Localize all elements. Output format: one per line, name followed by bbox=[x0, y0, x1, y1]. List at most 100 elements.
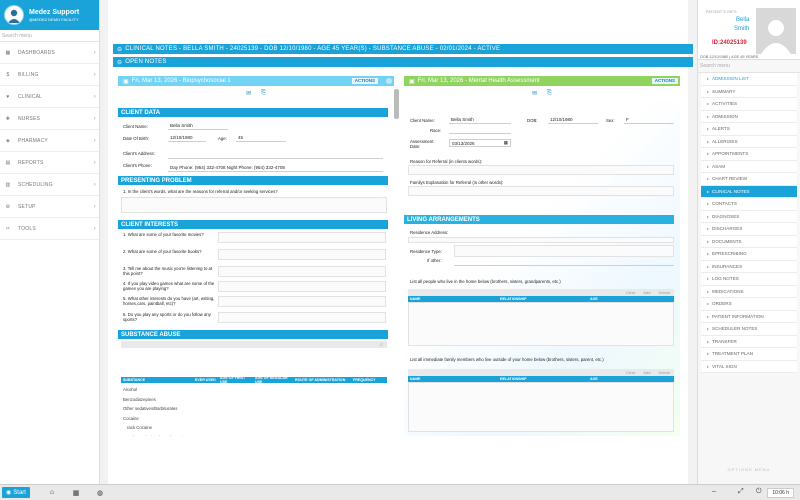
menu-item-chart-review[interactable]: ▸ CHART REVIEW bbox=[701, 173, 797, 186]
referral-field[interactable] bbox=[408, 165, 674, 175]
interest-a1[interactable] bbox=[218, 232, 386, 243]
interest-a6[interactable] bbox=[218, 312, 386, 323]
email-icon[interactable]: ✉ bbox=[246, 90, 251, 97]
substance-column-header[interactable]: AGE OF REGULAR USE bbox=[253, 376, 293, 384]
menu-item-summary[interactable]: ▸ SUMMARY bbox=[701, 85, 797, 98]
apps-grid-icon[interactable]: ▦ bbox=[70, 489, 82, 497]
dob-field[interactable]: 12/10/1980 bbox=[548, 116, 598, 124]
grid-column-header[interactable]: AGE bbox=[588, 297, 674, 301]
grid-delete-button[interactable]: Delete bbox=[658, 290, 670, 295]
family-explanation-field[interactable] bbox=[408, 186, 674, 196]
sex-field[interactable]: F bbox=[624, 116, 674, 124]
note-header[interactable]: ▣ Fri, Mar 13, 2026 - Biopsychosocial 1 … bbox=[118, 76, 394, 86]
client-name-field[interactable]: Bella Smith bbox=[168, 122, 228, 130]
nav-item-nurses[interactable]: ✚ NURSES › bbox=[0, 108, 99, 130]
note-header[interactable]: ▣ Fri, Mar 13, 2026 - Mental Health Asse… bbox=[404, 76, 680, 86]
menu-item-eprescribing[interactable]: ▸ EPRESCRIBING bbox=[701, 248, 797, 261]
grid-add-button[interactable]: Add bbox=[643, 290, 650, 295]
start-button[interactable]: ◉ Start bbox=[2, 487, 30, 498]
actions-button[interactable]: ACTIONS bbox=[351, 78, 378, 84]
household-grid-body[interactable] bbox=[408, 302, 674, 346]
minimize-icon[interactable]: – bbox=[712, 488, 716, 495]
menu-item-asam[interactable]: ▸ ASAM bbox=[701, 160, 797, 173]
menu-item-orders[interactable]: ▸ ORDERS bbox=[701, 298, 797, 311]
menu-item-medications[interactable]: ▸ MEDICATIONS bbox=[701, 285, 797, 298]
calendar-icon[interactable]: ▦ bbox=[504, 140, 508, 146]
dob-field[interactable]: 12/10/1980 bbox=[168, 134, 206, 142]
nav-item-clinical[interactable]: ♥ CLINICAL › bbox=[0, 86, 99, 108]
if-other-field[interactable] bbox=[454, 258, 674, 266]
menu-item-allergies[interactable]: ▸ ALLERGIES bbox=[701, 135, 797, 148]
menu-item-scheduler-notes[interactable]: ▸ SCHEDULER NOTES bbox=[701, 323, 797, 336]
age-field[interactable]: 45 bbox=[236, 134, 286, 142]
user-icon[interactable]: ◍ bbox=[94, 489, 106, 497]
phone-field[interactable]: Day Phone: (954) 332-4708 Night Phone: (… bbox=[168, 164, 383, 172]
actions-button[interactable]: ACTIONS bbox=[651, 78, 678, 84]
assessment-date-field[interactable]: 03/13/2026 ▦ bbox=[449, 139, 511, 147]
menu-item-alerts[interactable]: ▸ ALERTS bbox=[701, 123, 797, 136]
substance-column-header[interactable]: SUBSTANCE bbox=[121, 378, 193, 382]
menu-item-activities[interactable]: ▸ ACTIVITIES bbox=[701, 98, 797, 111]
nav-item-reports[interactable]: ▤ REPORTS › bbox=[0, 152, 99, 174]
interest-a4[interactable] bbox=[218, 281, 386, 292]
menu-item-contacts[interactable]: ▸ CONTACTS bbox=[701, 198, 797, 211]
menu-item-documents[interactable]: ▸ DOCUMENTS bbox=[701, 235, 797, 248]
residence-type-select[interactable] bbox=[454, 245, 674, 257]
substance-column-header[interactable]: EVER USED bbox=[193, 378, 218, 382]
substance-column-header[interactable]: ROUTE OF ADMINISTRATION bbox=[293, 378, 351, 382]
grid-clear-button[interactable]: Clear bbox=[626, 290, 636, 295]
save-icon[interactable]: ⎘ bbox=[547, 90, 552, 97]
menu-item-insurances[interactable]: ▸ INSURANCES bbox=[701, 260, 797, 273]
residence-address-field[interactable] bbox=[408, 237, 674, 243]
email-icon[interactable]: ✉ bbox=[532, 90, 537, 97]
menu-item-discharges[interactable]: ▸ DISCHARGES bbox=[701, 223, 797, 236]
grid-add-button[interactable]: Add bbox=[643, 370, 650, 375]
menu-item-clinical-notes[interactable]: ▸ CLINICAL NOTES bbox=[701, 185, 797, 198]
nav-item-setup[interactable]: ⚙ SETUP › bbox=[0, 196, 99, 218]
menu-item-admission[interactable]: ▸ ADMISSION bbox=[701, 110, 797, 123]
right-search-input[interactable]: Search menu bbox=[698, 60, 800, 73]
interest-a3[interactable] bbox=[218, 266, 386, 277]
save-icon[interactable]: ⎘ bbox=[261, 90, 266, 97]
substance-column-header[interactable]: FREQUENCY bbox=[351, 378, 381, 382]
grid-refresh-icon[interactable]: C bbox=[380, 342, 383, 347]
presenting-answer[interactable] bbox=[121, 197, 387, 213]
options-menu-label[interactable]: OPTIONS MENU bbox=[698, 467, 800, 472]
grid-delete-button[interactable]: Delete bbox=[658, 370, 670, 375]
menu-item-log-notes[interactable]: ▸ LOG NOTES bbox=[701, 273, 797, 286]
menu-item-appointments[interactable]: ▸ APPOINTMENTS bbox=[701, 148, 797, 161]
open-notes-bar[interactable]: ⊖ OPEN NOTES bbox=[113, 57, 693, 67]
user-header[interactable]: Medez Support @MEDEZ DEMO FACILITY bbox=[0, 0, 99, 30]
address-field[interactable] bbox=[168, 151, 383, 159]
left-search-input[interactable]: Search menu bbox=[0, 30, 99, 42]
patient-photo[interactable] bbox=[756, 8, 796, 54]
interest-a2[interactable] bbox=[218, 249, 386, 260]
nav-item-dashboards[interactable]: ▦ DASHBOARDS › bbox=[0, 42, 99, 64]
power-icon[interactable]: ⏻ bbox=[756, 488, 762, 496]
grid-column-header[interactable]: AGE bbox=[588, 377, 674, 381]
menu-item-vital-sign[interactable]: ▸ VITAL SIGN bbox=[701, 360, 797, 373]
menu-item-transfer[interactable]: ▸ TRANSFER bbox=[701, 335, 797, 348]
substance-column-header[interactable]: AGE OF FIRST USE bbox=[218, 376, 253, 384]
menu-item-diagnoses[interactable]: ▸ DIAGNOSES bbox=[701, 210, 797, 223]
family-outside-grid-body[interactable] bbox=[408, 382, 674, 432]
menu-item-admission-list[interactable]: ▸ ADMISSION LIST bbox=[701, 73, 797, 86]
fullscreen-icon[interactable]: ⤢ bbox=[738, 488, 744, 496]
close-note-icon[interactable] bbox=[386, 78, 392, 84]
client-name-field[interactable]: Bella Smith bbox=[449, 116, 511, 124]
menu-item-patient-information[interactable]: ▸ PATIENT INFORMATION bbox=[701, 310, 797, 323]
interest-a5[interactable] bbox=[218, 296, 386, 307]
nav-item-scheduling[interactable]: ▥ SCHEDULING › bbox=[0, 174, 99, 196]
nav-item-pharmacy[interactable]: ◈ PHARMACY › bbox=[0, 130, 99, 152]
grid-clear-button[interactable]: Clear bbox=[626, 370, 636, 375]
grid-column-header[interactable]: RELATIONSHIP bbox=[498, 297, 588, 301]
race-field[interactable] bbox=[449, 126, 511, 134]
nav-item-tools[interactable]: ✂ TOOLS › bbox=[0, 218, 99, 240]
grid-column-header[interactable]: RELATIONSHIP bbox=[498, 377, 588, 381]
nav-item-billing[interactable]: $ BILLING › bbox=[0, 64, 99, 86]
left-panel-scrollbar[interactable] bbox=[394, 89, 399, 119]
clinical-notes-bar[interactable]: ⊖ CLINICAL NOTES - BELLA SMITH - 2402513… bbox=[113, 44, 693, 54]
menu-item-treatment-plan[interactable]: ▸ TREATMENT PLAN bbox=[701, 348, 797, 361]
grid-column-header[interactable]: NAME bbox=[408, 377, 498, 381]
home-icon[interactable]: ⌂ bbox=[46, 489, 58, 496]
